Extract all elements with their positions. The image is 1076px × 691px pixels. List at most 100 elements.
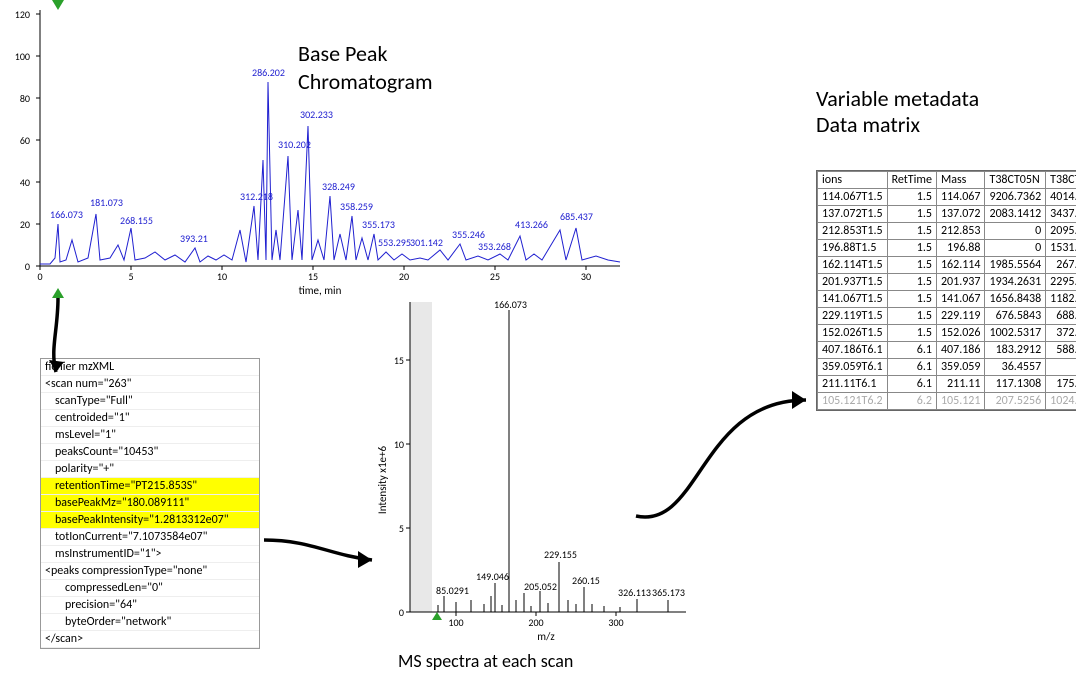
chrom-title-1: Base Peak: [298, 40, 387, 67]
table-row: 196.88T1.51.5196.8801531.1653: [818, 240, 1076, 257]
table-cell: 9206.7362: [985, 189, 1046, 206]
table-cell: 1.5: [887, 325, 936, 342]
table-cell: 117.1308: [985, 376, 1046, 393]
table-cell: 1.5: [887, 223, 936, 240]
table-cell: 2083.1412: [985, 206, 1046, 223]
table-cell: 372.6582: [1046, 325, 1076, 342]
table-cell: 1.5: [887, 257, 936, 274]
xml-line: peaksCount="10453": [41, 444, 259, 461]
table-cell: 212.853: [936, 223, 985, 240]
table-cell: 1.5: [887, 308, 936, 325]
table-cell: 36.4557: [985, 359, 1046, 376]
table-cell: 141.067T1.5: [818, 291, 888, 308]
dt-title-2: Data matrix: [816, 112, 979, 138]
xml-line: totIonCurrent="7.1073584e07": [41, 529, 259, 546]
xml-line-retentiontime: retentionTime="PT215.853S": [41, 478, 259, 495]
table-cell: 141.067: [936, 291, 985, 308]
x-tick: 100: [448, 616, 463, 629]
peak-label: 268.155: [120, 214, 153, 227]
x-tick: 10: [217, 270, 227, 283]
table-cell: 201.937: [936, 274, 985, 291]
y-tick: 0: [399, 606, 404, 619]
table-cell: 162.114: [936, 257, 985, 274]
ms-peak-label: 166.073: [494, 300, 527, 311]
table-cell: 1.5: [887, 240, 936, 257]
table-row: 201.937T1.51.5201.9371934.26312295.2461: [818, 274, 1076, 291]
table-cell: 676.5843: [985, 308, 1046, 325]
table-cell: 6.1: [887, 359, 936, 376]
table-cell: 137.072T1.5: [818, 206, 888, 223]
peak-label: 358.259: [340, 200, 373, 213]
peak-label: 166.073: [50, 208, 83, 221]
peak-label: 302.233: [300, 108, 333, 121]
xml-line: byteOrder="network": [41, 614, 259, 631]
table-row: 359.059T6.16.1359.05936.45570: [818, 359, 1076, 376]
x-tick: 200: [528, 616, 543, 629]
y-tick: 10: [394, 438, 404, 451]
ms-peak-label: 365.173: [652, 586, 685, 599]
xml-line: polarity="+": [41, 461, 259, 478]
ms-peak-label: 205.052: [524, 580, 557, 593]
ms-peak-label: 149.046: [476, 570, 509, 583]
table-cell: 1024.2224: [1046, 393, 1076, 410]
table-cell: 6.2: [887, 393, 936, 410]
table-cell: 407.186T6.1: [818, 342, 888, 359]
peak-label: 312.218: [240, 190, 273, 203]
table-cell: 3437.6839: [1046, 206, 1076, 223]
table-row: 152.026T1.51.5152.0261002.5317372.6582: [818, 325, 1076, 342]
table-row: 141.067T1.51.5141.0671656.84381182.8188: [818, 291, 1076, 308]
xml-title: fichier mzXML: [41, 359, 259, 376]
table-cell: 1.5: [887, 206, 936, 223]
table-header-row: ions RetTime Mass T38CT05N T38CT05N: [818, 172, 1076, 189]
table-cell: 212.853T1.5: [818, 223, 888, 240]
table-row: 229.119T1.51.5229.119676.5843688.6075: [818, 308, 1076, 325]
table-cell: 229.119T1.5: [818, 308, 888, 325]
table-cell: 359.059: [936, 359, 985, 376]
col-rettime: RetTime: [887, 172, 936, 189]
peak-label: 355.173: [362, 218, 395, 231]
table-cell: 0: [985, 223, 1046, 240]
y-tick: 60: [20, 134, 30, 147]
col-mass: Mass: [936, 172, 985, 189]
peak-label: 301.142: [410, 236, 443, 249]
data-matrix-table: ions RetTime Mass T38CT05N T38CT05N 114.…: [816, 170, 1076, 411]
y-tick: 5: [399, 522, 404, 535]
peak-label: 353.268: [478, 240, 511, 253]
ms-peak-label: 229.155: [544, 548, 577, 561]
x-axis-label: m/z: [537, 630, 555, 643]
table-cell: 407.186: [936, 342, 985, 359]
xml-line-basepeakmz: basePeakMz="180.089111": [41, 495, 259, 512]
y-tick: 15: [394, 354, 404, 367]
table-cell: 207.5256: [985, 393, 1046, 410]
peak-label: 328.249: [322, 180, 355, 193]
table-cell: 152.026: [936, 325, 985, 342]
table-row: 137.072T1.51.5137.0722083.14123437.6839: [818, 206, 1076, 223]
x-tick: 5: [128, 270, 133, 283]
table-cell: 1531.1653: [1046, 240, 1076, 257]
table-cell: 1.5: [887, 274, 936, 291]
xml-line: compressedLen="0": [41, 580, 259, 597]
table-cell: 6.1: [887, 342, 936, 359]
x-tick: 0: [37, 270, 42, 283]
dt-title-1: Variable metadata: [816, 86, 979, 112]
table-cell: 196.88: [936, 240, 985, 257]
peak-label: 413.266: [515, 218, 548, 231]
table-cell: 0: [985, 240, 1046, 257]
x-tick: 15: [308, 270, 318, 283]
y-tick: 0: [25, 260, 30, 273]
table-cell: 183.2912: [985, 342, 1046, 359]
peak-label: 310.202: [278, 138, 311, 151]
table-row: 114.067T1.51.5114.0679206.73624014.3652: [818, 189, 1076, 206]
table-cell: 0: [1046, 359, 1076, 376]
x-tick: 20: [399, 270, 409, 283]
col-ions: ions: [818, 172, 888, 189]
mzxml-xml-panel: fichier mzXML <scan num="263" scanType="…: [40, 358, 260, 649]
table-cell: 2095.7974: [1046, 223, 1076, 240]
table-cell: 105.121: [936, 393, 985, 410]
table-cell: 196.88T1.5: [818, 240, 888, 257]
xml-line: msInstrumentID="1">: [41, 546, 259, 563]
xml-line: scanType="Full": [41, 393, 259, 410]
ms-title: MS spectra at each scan: [398, 650, 573, 672]
xml-line: precision="64": [41, 597, 259, 614]
table-cell: 688.6075: [1046, 308, 1076, 325]
